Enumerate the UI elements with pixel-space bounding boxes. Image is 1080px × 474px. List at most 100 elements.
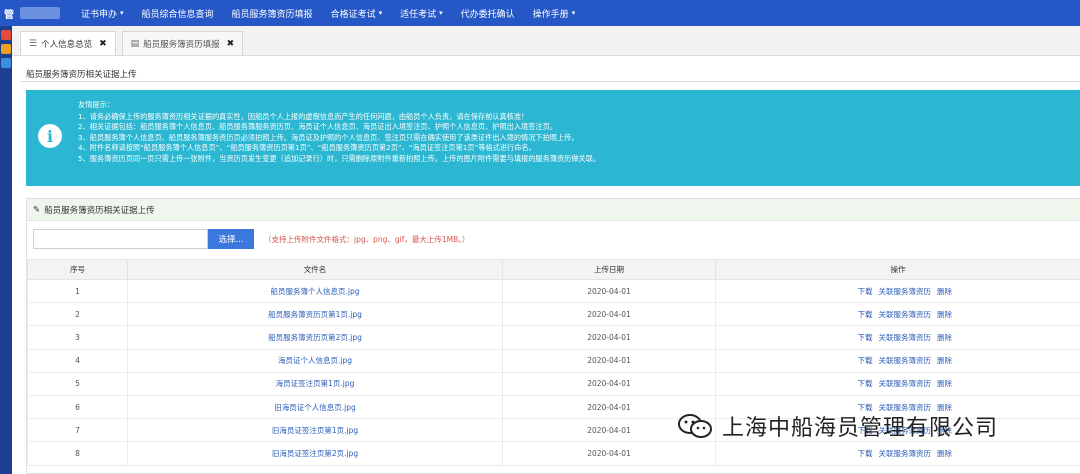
tab-bar: ☰ 个人信息总览 ✖ ▤ 船员服务簿资历填报 ✖ (12, 26, 1080, 56)
choose-file-button[interactable]: 选择... (208, 229, 254, 249)
close-icon[interactable]: ✖ (99, 39, 107, 49)
row-actions: 下载 关联服务簿资历 删除 (715, 441, 1080, 466)
row-date: 2020-04-01 (502, 441, 716, 466)
nav-item-label: 适任考试 (400, 9, 437, 20)
tips-text: 友情提示： 1、请务必确保上传的服务簿资历相关证据的真实性，因船员个人上报的虚假… (78, 100, 600, 165)
col-filename: 文件名 (127, 259, 503, 280)
table-header-row: 序号 文件名 上传日期 操作 (27, 259, 1080, 280)
edit-icon[interactable] (1, 44, 11, 54)
row-date: 2020-04-01 (502, 278, 716, 304)
row-actions: 下载 关联服务簿资历 删除 (715, 325, 1080, 350)
nav-item-4[interactable]: 适任考试 ▾ (391, 0, 452, 26)
wechat-icon (678, 414, 712, 438)
col-date: 上传日期 (502, 259, 716, 280)
nav-item-0[interactable]: 证书申办 ▾ (72, 0, 133, 26)
col-no: 序号 (27, 259, 128, 280)
brand-char: 管 (4, 9, 14, 21)
delete-link[interactable]: 删除 (937, 287, 952, 296)
delete-link[interactable]: 删除 (937, 356, 952, 365)
nav-item-label: 船员综合信息查询 (141, 9, 214, 20)
row-actions: 下载 关联服务簿资历 删除 (715, 371, 1080, 396)
file-path-input[interactable] (33, 229, 208, 249)
row-date: 2020-04-01 (502, 302, 716, 327)
download-link[interactable]: 下载 (858, 379, 873, 388)
download-link[interactable]: 下载 (858, 356, 873, 365)
download-link[interactable]: 下载 (858, 333, 873, 342)
row-filename: 旧海员证签注页第2页.jpg (127, 441, 503, 466)
tip-line: 3、船员服务簿个人信息页、船员服务簿服务资历页必须拍照上传。海员证及护照的个人信… (78, 132, 579, 142)
row-actions: 下载 关联服务簿资历 删除 (715, 302, 1080, 327)
tab-label: 个人信息总览 (41, 39, 93, 50)
delete-link[interactable]: 删除 (937, 379, 952, 388)
row-date: 2020-04-01 (502, 371, 716, 396)
brand: 管 (0, 0, 72, 26)
nav-item-label: 操作手册 (532, 9, 569, 20)
table-row: 4 海员证个人信息页.jpg 2020-04-01 下载 关联服务簿资历 删除 (27, 348, 1080, 373)
watermark: 上海中船海员管理有限公司 (676, 410, 998, 442)
download-link[interactable]: 下载 (858, 287, 873, 296)
close-icon[interactable]: ✖ (227, 39, 235, 49)
row-filename: 旧海员证签注页第1页.jpg (127, 418, 503, 443)
delete-link[interactable]: 删除 (937, 310, 952, 319)
row-filename: 船员服务簿资历页第1页.jpg (127, 302, 503, 327)
link-record-link[interactable]: 关联服务簿资历 (879, 310, 932, 319)
upload-hint: （支持上传附件文件格式：jpg、png、gif，最大上传1MB。） (264, 234, 470, 244)
download-link[interactable]: 下载 (858, 449, 873, 458)
nav-item-6[interactable]: 操作手册 ▾ (524, 0, 585, 26)
top-navbar: 管 证书申办 ▾ 船员综合信息查询 船员服务簿资历填报 合格证考试 ▾ 适任考试 ▾ 代办委托确… (0, 0, 1080, 26)
row-filename: 旧海员证个人信息页.jpg (127, 394, 503, 420)
nav-item-3[interactable]: 合格证考试 ▾ (322, 0, 392, 26)
row-no: 7 (27, 418, 128, 443)
tips-head: 友情提示： (78, 100, 114, 109)
link-record-link[interactable]: 关联服务簿资历 (879, 379, 932, 388)
grid-icon[interactable] (1, 58, 11, 68)
row-no: 4 (27, 348, 128, 373)
edit-icon: ✎ (33, 204, 41, 215)
table-row: 5 海员证签注页第1页.jpg 2020-04-01 下载 关联服务簿资历 删除 (27, 371, 1080, 396)
info-icon: i (38, 124, 62, 148)
chevron-down-icon: ▾ (120, 9, 124, 17)
chevron-down-icon: ▾ (571, 9, 576, 17)
row-no: 8 (27, 441, 128, 466)
download-link[interactable]: 下载 (858, 310, 873, 319)
tab-personal-overview[interactable]: ☰ 个人信息总览 ✖ (20, 31, 116, 55)
chevron-down-icon: ▾ (378, 9, 383, 17)
watermark-text: 上海中船海员管理有限公司 (722, 416, 999, 441)
nav-item-label: 合格证考试 (330, 9, 376, 20)
list-icon: ☰ (29, 38, 38, 49)
nav-item-1[interactable]: 船员综合信息查询 (133, 0, 223, 26)
row-date: 2020-04-01 (502, 348, 716, 373)
row-actions: 下载 关联服务簿资历 删除 (715, 278, 1080, 304)
tip-line: 4、附件名称请按照“船员服务簿个人信息页”、“船员服务簿资历页第1页”、“船员服… (78, 143, 536, 153)
divider (20, 81, 1080, 82)
main-nav: 证书申办 ▾ 船员综合信息查询 船员服务簿资历填报 合格证考试 ▾ 适任考试 ▾ 代办委托确认操… (72, 0, 584, 26)
link-record-link[interactable]: 关联服务簿资历 (879, 333, 932, 342)
delete-link[interactable]: 删除 (937, 449, 952, 458)
row-filename: 船员服务簿个人信息页.jpg (127, 278, 503, 304)
row-actions: 下载 关联服务簿资历 删除 (715, 348, 1080, 373)
nav-item-2[interactable]: 船员服务簿资历填报 (223, 0, 322, 26)
delete-link[interactable]: 删除 (937, 333, 952, 342)
nav-item-label: 证书申办 (81, 9, 118, 20)
panel-header: ✎ 船员服务簿资历相关证据上传 (27, 199, 1080, 221)
tip-line: 1、请务必确保上传的服务簿资历相关证据的真实性，因船员个人上报的虚假信息而产生的… (78, 111, 529, 121)
table-row: 2 船员服务簿资历页第1页.jpg 2020-04-01 下载 关联服务簿资历 删除 (27, 302, 1080, 327)
tip-line: 2、相关证据包括：船员服务簿个人信息页、船员服务簿服务资历页、海员证个人信息页、… (78, 122, 557, 132)
row-filename: 船员服务簿资历页第2页.jpg (127, 325, 503, 350)
home-icon[interactable] (1, 30, 11, 40)
tab-service-record[interactable]: ▤ 船员服务簿资历填报 ✖ (121, 31, 244, 55)
row-filename: 海员证个人信息页.jpg (127, 348, 503, 373)
link-record-link[interactable]: 关联服务簿资历 (879, 287, 932, 296)
row-no: 1 (27, 278, 128, 304)
nav-item-label: 代办委托确认 (460, 9, 515, 20)
tab-label: 船员服务簿资历填报 (143, 39, 220, 50)
user-name-blurred (20, 7, 60, 19)
nav-item-5[interactable]: 代办委托确认 (452, 0, 524, 26)
link-record-link[interactable]: 关联服务簿资历 (879, 449, 932, 458)
row-date: 2020-04-01 (502, 325, 716, 350)
row-no: 6 (27, 394, 128, 420)
col-actions: 操作 (715, 259, 1080, 280)
nav-item-label: 船员服务簿资历填报 (231, 9, 313, 20)
link-record-link[interactable]: 关联服务簿资历 (879, 356, 932, 365)
upload-row: 选择... （支持上传附件文件格式：jpg、png、gif，最大上传1MB。） (33, 229, 470, 249)
